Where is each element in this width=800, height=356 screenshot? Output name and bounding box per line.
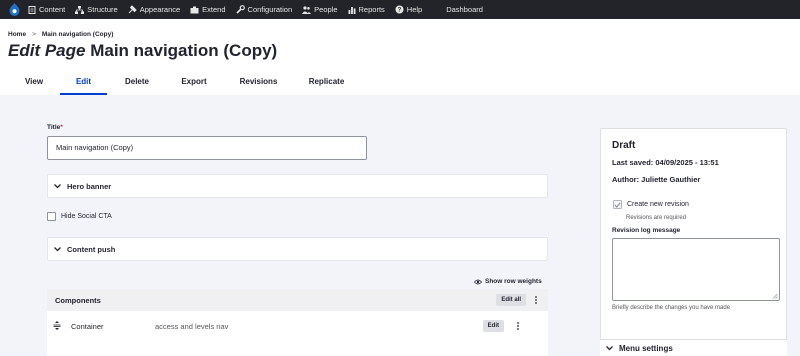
toolbar-reports[interactable]: Reports bbox=[348, 0, 385, 19]
toolbar-structure-label: Structure bbox=[87, 5, 118, 14]
page-title-prefix: Edit Page bbox=[8, 41, 86, 60]
toolbar-help[interactable]: ? Help bbox=[395, 0, 422, 19]
create-revision-field: Create new revision bbox=[613, 200, 689, 209]
toolbar-configuration-label: Configuration bbox=[247, 5, 293, 14]
breadcrumb-separator: > bbox=[32, 31, 36, 38]
revision-log-label: Revision log message bbox=[612, 227, 681, 234]
hero-banner-details[interactable]: Hero banner bbox=[47, 174, 548, 198]
menu-settings-label: Menu settings bbox=[619, 343, 673, 353]
configuration-icon bbox=[235, 5, 245, 14]
breadcrumb: Home > Main navigation (Copy) bbox=[8, 31, 113, 38]
components-table: Components Edit all Container access and… bbox=[47, 289, 548, 356]
show-row-weights-button[interactable]: Show row weights bbox=[474, 278, 542, 285]
toolbar-people-label: People bbox=[314, 5, 338, 14]
hide-social-cta-field: Hide Social CTA bbox=[47, 212, 112, 221]
toolbar-configuration[interactable]: Configuration bbox=[235, 0, 293, 19]
chevron-down-icon bbox=[606, 345, 613, 350]
toolbar-reports-label: Reports bbox=[358, 5, 385, 14]
last-saved: Last saved: 04/09/2025 - 13:51 bbox=[612, 158, 719, 167]
create-revision-label: Create new revision bbox=[627, 201, 689, 208]
edit-all-button[interactable]: Edit all bbox=[496, 294, 526, 306]
author-value: Juliette Gauthier bbox=[641, 175, 701, 184]
drupal-logo-icon[interactable] bbox=[0, 0, 28, 19]
tab-export[interactable]: Export bbox=[167, 73, 221, 95]
page-title: Edit Page Main navigation (Copy) bbox=[8, 41, 277, 61]
resize-handle-icon[interactable] bbox=[772, 293, 778, 299]
toolbar-appearance[interactable]: Appearance bbox=[128, 0, 180, 19]
components-header: Components Edit all bbox=[47, 289, 548, 311]
last-saved-value: 04/09/2025 - 13:51 bbox=[655, 158, 719, 167]
chevron-down-icon bbox=[54, 246, 61, 251]
toolbar-content[interactable]: Content bbox=[28, 0, 65, 19]
tab-revisions[interactable]: Revisions bbox=[221, 73, 296, 95]
title-label: Title* bbox=[47, 124, 63, 131]
component-summary: access and levels nav bbox=[155, 321, 229, 331]
extend-icon bbox=[190, 6, 199, 13]
show-row-weights-label: Show row weights bbox=[485, 278, 542, 285]
toolbar-content-label: Content bbox=[39, 5, 66, 14]
toolbar-structure[interactable]: Structure bbox=[75, 0, 118, 19]
hide-social-cta-checkbox[interactable] bbox=[47, 212, 56, 221]
create-revision-checkbox[interactable] bbox=[613, 200, 622, 209]
content-push-details[interactable]: Content push bbox=[47, 237, 548, 261]
hide-social-cta-label: Hide Social CTA bbox=[61, 213, 112, 220]
tab-view[interactable]: View bbox=[8, 73, 60, 95]
page-header: Home > Main navigation (Copy) Edit Page … bbox=[0, 19, 800, 95]
author: Author: Juliette Gauthier bbox=[612, 175, 700, 184]
publish-status: Draft bbox=[612, 140, 636, 151]
title-label-text: Title bbox=[47, 124, 61, 131]
breadcrumb-current[interactable]: Main navigation (Copy) bbox=[42, 31, 114, 38]
svg-text:?: ? bbox=[397, 8, 401, 14]
tab-replicate[interactable]: Replicate bbox=[296, 73, 357, 95]
eye-icon bbox=[474, 279, 482, 284]
tab-delete[interactable]: Delete bbox=[107, 73, 167, 95]
primary-tabs: View Edit Delete Export Revisions Replic… bbox=[8, 73, 357, 95]
revision-log-textarea[interactable] bbox=[612, 238, 780, 301]
page-title-text: Main navigation (Copy) bbox=[90, 41, 278, 60]
menu-settings-details[interactable]: Menu settings bbox=[600, 339, 787, 356]
toolbar-extend-label: Extend bbox=[202, 5, 226, 14]
drag-handle-icon[interactable] bbox=[53, 320, 65, 332]
revisions-required-note: Revisions are required bbox=[626, 215, 687, 221]
toolbar-help-label: Help bbox=[406, 5, 423, 14]
admin-toolbar: Content Structure Appearance Extend Conf… bbox=[0, 0, 800, 19]
tab-edit[interactable]: Edit bbox=[60, 73, 107, 95]
content-icon bbox=[28, 5, 36, 14]
title-input[interactable]: Main navigation (Copy) bbox=[47, 136, 367, 160]
required-mark: * bbox=[60, 124, 63, 131]
toolbar-dashboard-label: Dashboard bbox=[446, 5, 483, 14]
help-icon: ? bbox=[395, 5, 404, 14]
revision-log-help: Briefly describe the changes you have ma… bbox=[612, 305, 731, 311]
chevron-down-icon bbox=[54, 183, 61, 188]
toolbar-extend[interactable]: Extend bbox=[190, 0, 226, 19]
author-label: Author: bbox=[612, 175, 640, 184]
row-actions-icon[interactable] bbox=[514, 320, 522, 332]
component-name: Container bbox=[71, 321, 104, 331]
component-edit-button[interactable]: Edit bbox=[482, 320, 504, 332]
people-icon bbox=[302, 5, 312, 14]
toolbar-appearance-label: Appearance bbox=[139, 5, 181, 14]
checkmark-icon bbox=[614, 201, 621, 208]
toolbar-people[interactable]: People bbox=[302, 0, 338, 19]
toolbar-dashboard[interactable]: Dashboard bbox=[446, 0, 483, 19]
components-heading: Components bbox=[55, 295, 101, 305]
reports-icon bbox=[348, 6, 356, 14]
structure-icon bbox=[75, 5, 85, 14]
hero-banner-label: Hero banner bbox=[67, 181, 112, 191]
appearance-icon bbox=[128, 5, 137, 14]
last-saved-label: Last saved: bbox=[612, 158, 654, 167]
more-actions-icon[interactable] bbox=[532, 294, 540, 306]
breadcrumb-home[interactable]: Home bbox=[8, 31, 26, 38]
meta-sidebar: Draft Last saved: 04/09/2025 - 13:51 Aut… bbox=[600, 128, 787, 356]
table-row: Container access and levels nav Edit bbox=[47, 311, 548, 341]
content-push-label: Content push bbox=[67, 244, 116, 254]
